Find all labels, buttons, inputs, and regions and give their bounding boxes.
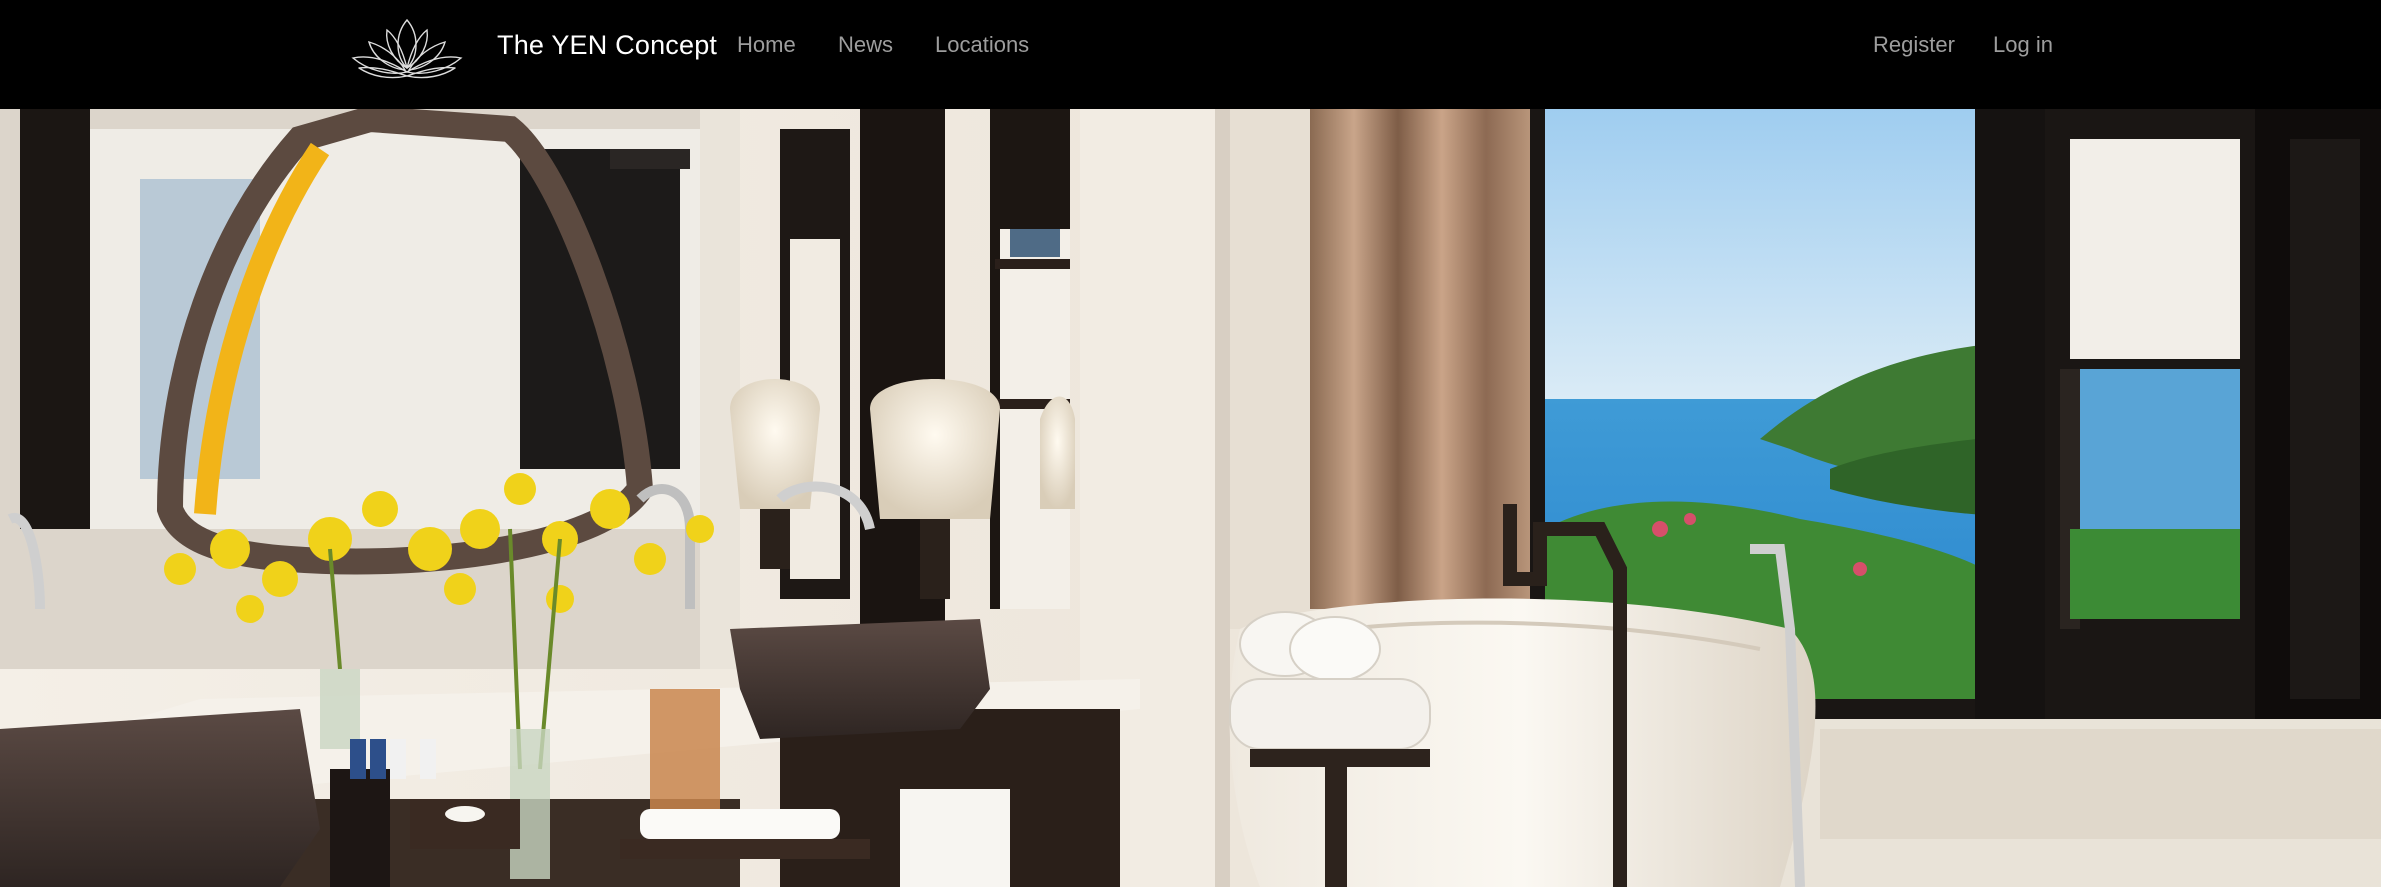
brand-name[interactable]: The YEN Concept bbox=[497, 29, 717, 61]
nav-home-link[interactable]: Home bbox=[737, 30, 796, 60]
nav-register-link[interactable]: Register bbox=[1873, 30, 1955, 60]
nav-login-link[interactable]: Log in bbox=[1993, 30, 2053, 60]
top-navbar: The YEN Concept Home News Locations Regi… bbox=[0, 0, 2381, 109]
nav-news-link[interactable]: News bbox=[838, 30, 893, 60]
hero-photo bbox=[0, 109, 2381, 887]
lotus-icon[interactable] bbox=[349, 14, 466, 80]
navbar-container: The YEN Concept Home News Locations Regi… bbox=[349, 0, 2059, 109]
hero-banner bbox=[0, 109, 2381, 887]
nav-locations-link[interactable]: Locations bbox=[935, 30, 1029, 60]
